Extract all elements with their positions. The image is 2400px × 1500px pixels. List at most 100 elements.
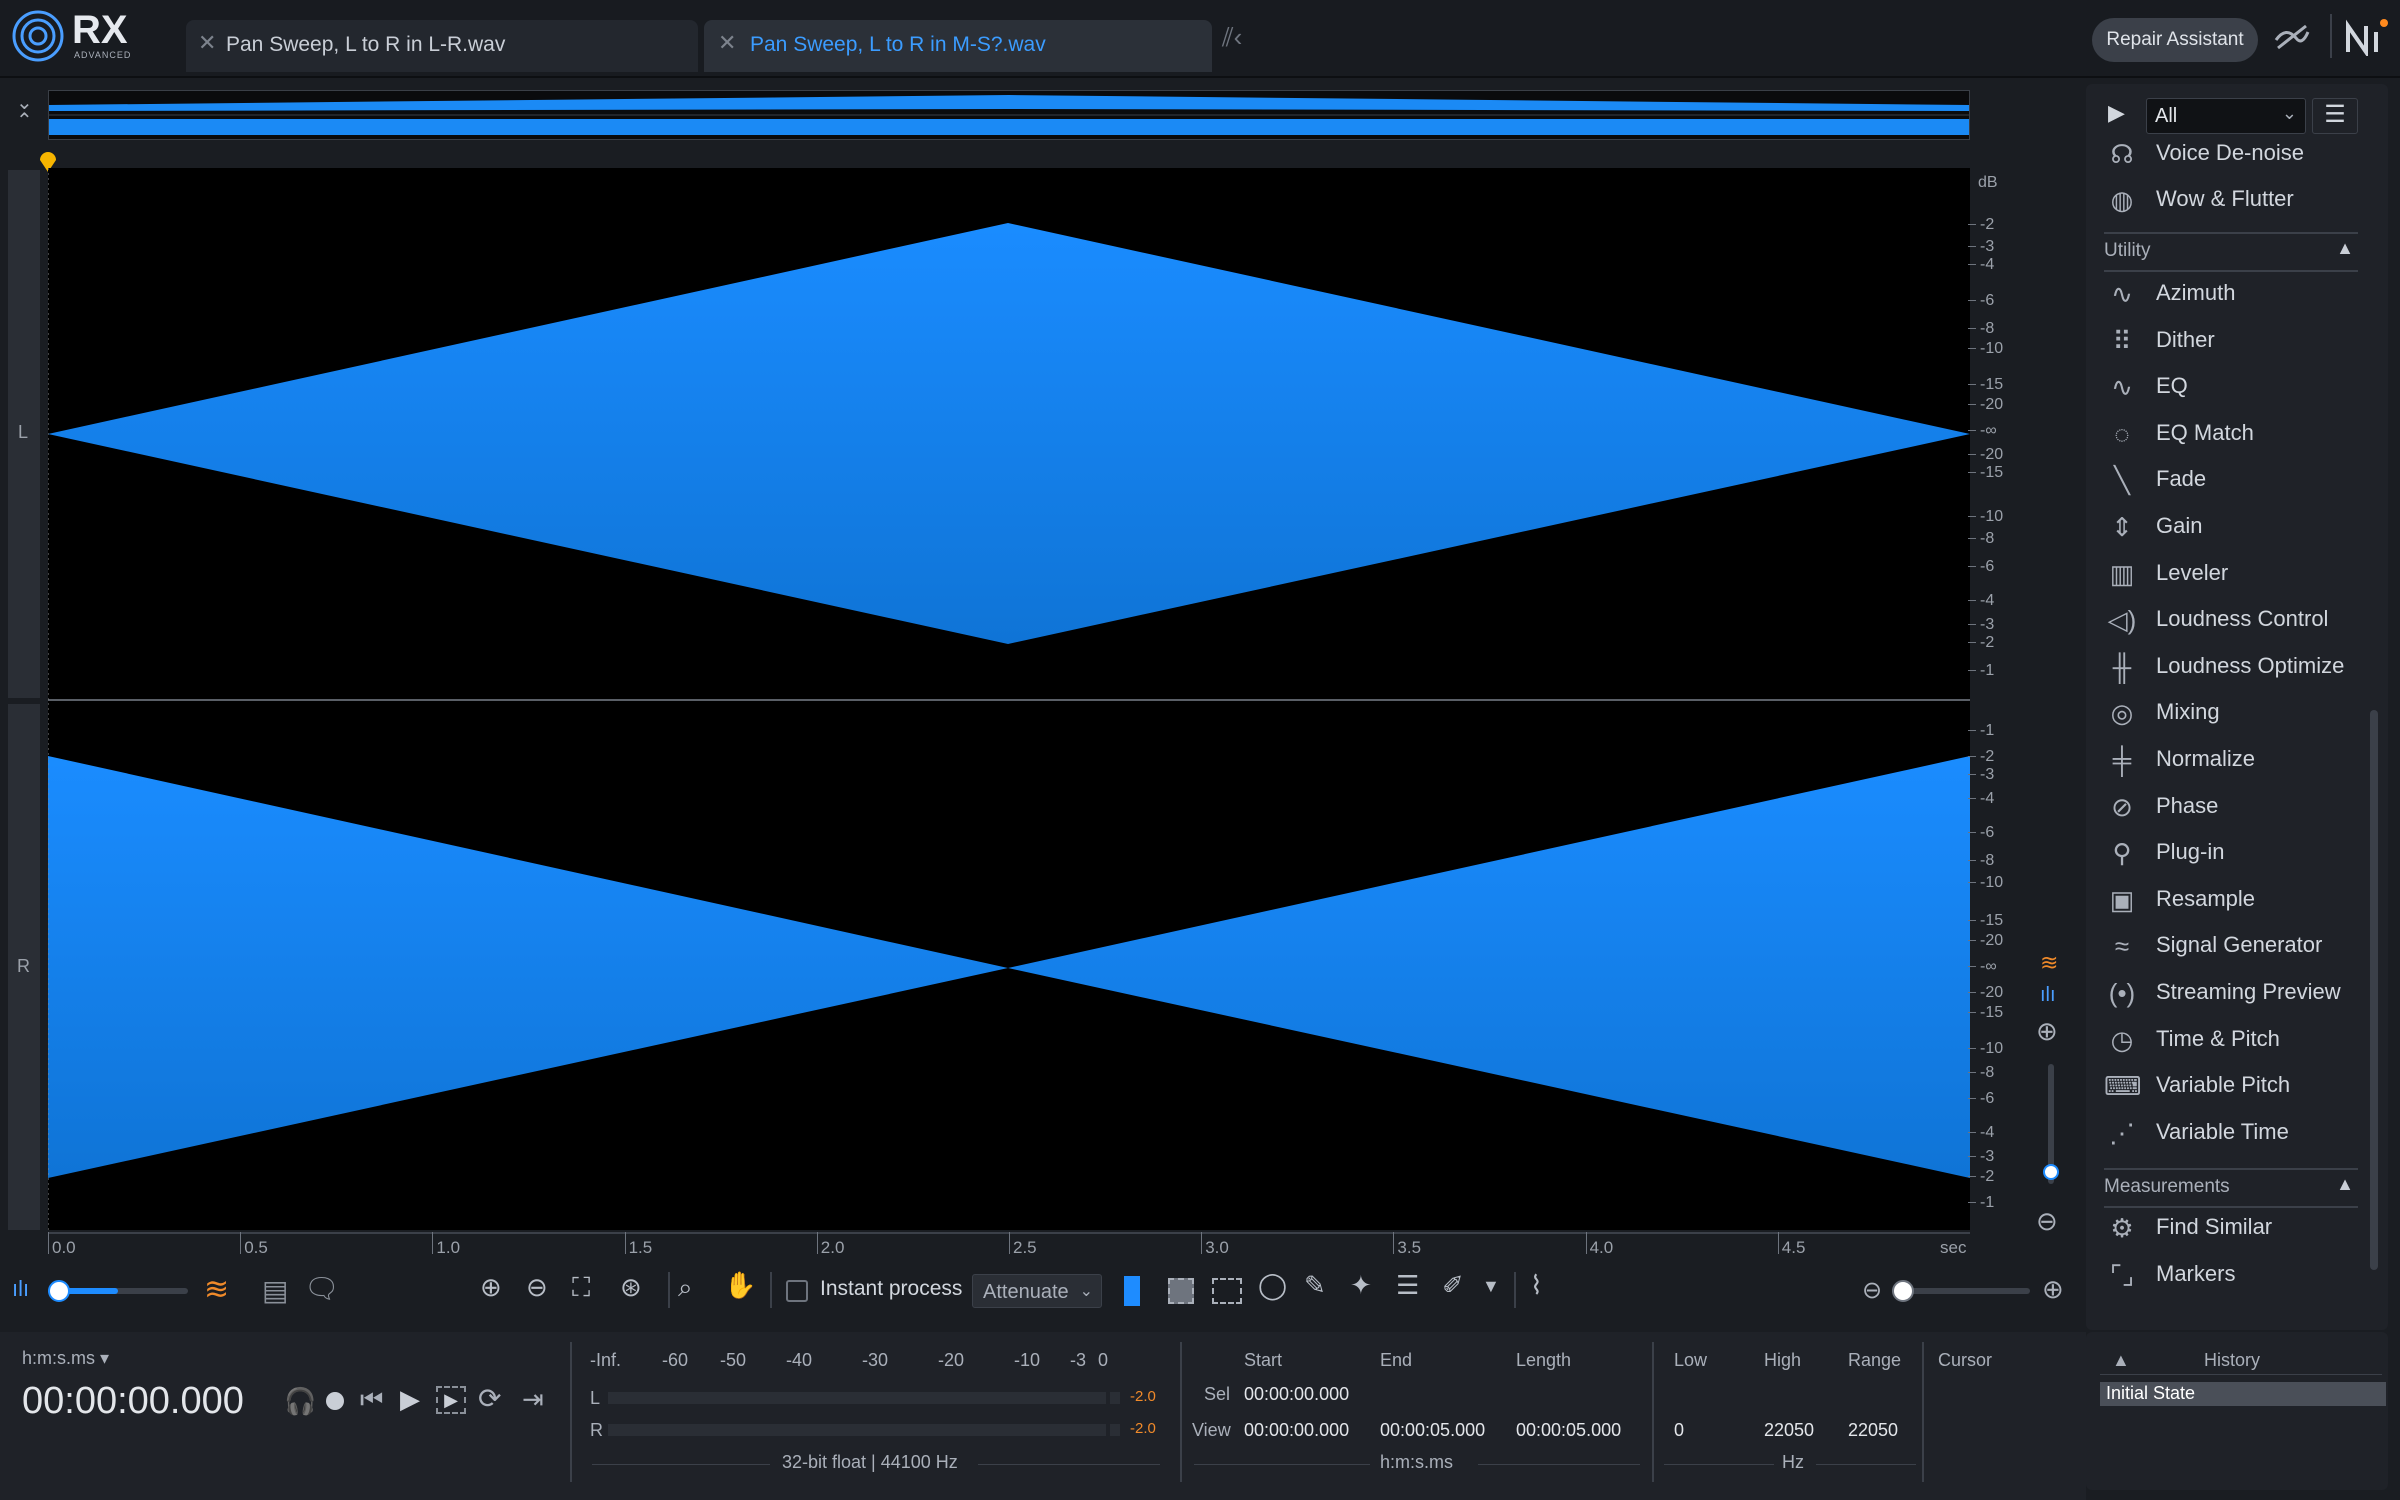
time-tick-mark (48, 1232, 49, 1254)
collapse-triangle-icon[interactable]: ▲ (2336, 238, 2354, 259)
waveform-toggle-icon[interactable]: ılı (2040, 984, 2056, 1007)
spectrogram-settings-icon[interactable]: ≋ (204, 1272, 229, 1307)
db-tick-mark (1968, 384, 1976, 385)
tab-scroll-left-icon[interactable]: ⫽‹ (1222, 22, 1242, 54)
hand-icon[interactable]: ✋ (724, 1270, 756, 1301)
play-selection-icon[interactable]: ▶ (436, 1386, 466, 1414)
time-format-select[interactable]: h:m:s.ms ▾ (22, 1348, 109, 1369)
zoom-selection-icon[interactable]: ⛶ (572, 1272, 590, 1304)
instant-process-mode-select[interactable]: Attenuate ⌄ (972, 1274, 1102, 1308)
headphones-icon[interactable]: 🎧 (284, 1386, 316, 1417)
play-module-icon[interactable]: ▶ (2108, 100, 2125, 126)
db-tick-mark (1968, 1176, 1976, 1177)
module-list-menu-icon[interactable]: ☰ (2312, 98, 2358, 134)
module-item-time-pitch[interactable]: ◷ Time & Pitch (2104, 1020, 2374, 1064)
vertical-zoom-slider[interactable] (2043, 1064, 2059, 1184)
module-item-wow-flutter[interactable]: ◍ Wow & Flutter (2104, 180, 2374, 224)
view-range-value[interactable]: 22050 (1848, 1420, 1898, 1441)
module-item-gain[interactable]: ⇕ Gain (2104, 507, 2374, 551)
db-tick-mark (1968, 264, 1976, 265)
module-item-variable-time[interactable]: ⋰ Variable Time (2104, 1113, 2374, 1157)
module-item-dither[interactable]: ⠿ Dither (2104, 321, 2374, 365)
loop-icon[interactable]: ⟳ (478, 1382, 501, 1415)
lasso-tool-icon[interactable]: ◯ (1258, 1270, 1287, 1301)
view-low-value[interactable]: 0 (1674, 1420, 1684, 1441)
frequency-selection-tool-icon[interactable] (1212, 1278, 1242, 1304)
vertical-zoom-out-icon[interactable]: ⊖ (2036, 1206, 2058, 1237)
module-item-voice-denoise[interactable]: ☊ Voice De-noise (2104, 134, 2374, 178)
magic-wand-icon[interactable]: ✦ (1350, 1270, 1372, 1301)
tab-file-2[interactable]: ✕ Pan Sweep, L to R in M-S?.wav (704, 20, 1212, 72)
module-list-scrollbar[interactable] (2370, 710, 2378, 1270)
comment-icon[interactable]: 🗨 (304, 1272, 340, 1305)
view-start-value[interactable]: 00:00:00.000 (1244, 1420, 1349, 1441)
horizontal-zoom-slider[interactable] (1892, 1280, 2030, 1302)
brush-tool-icon[interactable]: ✎ (1304, 1270, 1326, 1301)
tab-file-1[interactable]: ✕ Pan Sweep, L to R in L-R.wav (186, 20, 698, 72)
zoom-in-icon[interactable]: ⊕ (480, 1272, 502, 1303)
sel-start-value[interactable]: 00:00:00.000 (1244, 1384, 1349, 1405)
module-item-fade[interactable]: ╲ Fade (2104, 460, 2374, 504)
module-item-markers[interactable]: ⌜⌟ Markers (2104, 1255, 2374, 1299)
module-item-eq-match[interactable]: ◌ EQ Match (2104, 414, 2374, 458)
collapse-overview-icon[interactable]: ⌄ ⌃ (16, 93, 33, 131)
module-item-variable-pitch[interactable]: ⌨ Variable Pitch (2104, 1066, 2374, 1110)
close-icon[interactable]: ✕ (718, 30, 736, 56)
blend-slider-handle[interactable] (48, 1280, 70, 1302)
repair-assistant-button[interactable]: Repair Assistant (2092, 18, 2258, 62)
horizontal-zoom-handle[interactable] (1892, 1280, 1914, 1302)
collapse-triangle-icon[interactable]: ▲ (2336, 1174, 2354, 1195)
horizontal-zoom-in-icon[interactable]: ⊕ (2042, 1274, 2064, 1305)
spectrogram-toggle-icon[interactable]: ≋ (2040, 950, 2058, 976)
module-item-leveler[interactable]: ▥ Leveler (2104, 554, 2374, 598)
module-item-streaming-preview[interactable]: (•) Streaming Preview (2104, 973, 2374, 1017)
module-item-azimuth[interactable]: ∿ Azimuth (2104, 274, 2374, 318)
module-item-eq[interactable]: ∿ EQ (2104, 367, 2374, 411)
section-header-measurements[interactable]: Measurements ▲ (2104, 1168, 2358, 1208)
time-selection-tool-icon[interactable] (1124, 1276, 1140, 1306)
module-item-normalize[interactable]: ╪ Normalize (2104, 740, 2374, 784)
history-item[interactable]: Initial State (2100, 1382, 2386, 1406)
instant-process-checkbox[interactable] (786, 1280, 808, 1302)
waveform-spectrogram-blend-slider[interactable] (48, 1280, 188, 1302)
view-high-value[interactable]: 22050 (1764, 1420, 1814, 1441)
module-item-phase[interactable]: ⊘ Phase (2104, 787, 2374, 831)
section-header-utility[interactable]: Utility ▲ (2104, 232, 2358, 272)
ni-logo-icon[interactable] (2344, 18, 2390, 56)
module-item-loudness-optimize[interactable]: ╫ Loudness Optimize (2104, 647, 2374, 691)
module-filter-select[interactable]: All ⌄ (2146, 98, 2306, 134)
broadcast-icon[interactable] (2272, 18, 2312, 58)
file-info-icon[interactable]: ▤ (262, 1274, 288, 1307)
vertical-zoom-in-icon[interactable]: ⊕ (2036, 1016, 2058, 1047)
zoom-fit-icon[interactable]: ⊛ (620, 1272, 642, 1303)
waveform-display[interactable] (47, 168, 2038, 1230)
zoom-out-icon[interactable]: ⊖ (526, 1272, 548, 1303)
close-icon[interactable]: ✕ (198, 30, 216, 56)
db-tick-mark (1968, 798, 1976, 799)
module-item-plugin[interactable]: ⚲ Plug-in (2104, 833, 2374, 877)
module-item-find-similar[interactable]: ⚙ Find Similar (2104, 1208, 2374, 1252)
db-tick-label: -3 (1980, 616, 1995, 633)
magnify-icon[interactable]: ⌕ (678, 1272, 693, 1304)
dither-icon: ⠿ (2112, 325, 2132, 356)
spline-tool-icon[interactable]: ⌇ (1530, 1270, 1543, 1301)
return-to-start-icon[interactable]: ⇥ (522, 1384, 544, 1415)
horizontal-zoom-out-icon[interactable]: ⊖ (1862, 1276, 1882, 1305)
view-end-value[interactable]: 00:00:05.000 (1380, 1420, 1485, 1441)
previous-icon[interactable]: ⏮ (360, 1384, 383, 1416)
wow-flutter-icon: ◍ (2110, 185, 2134, 215)
module-item-mixing[interactable]: ◎ Mixing (2104, 693, 2374, 737)
harmonic-selection-icon[interactable]: ☰ (1396, 1270, 1419, 1301)
play-icon[interactable]: ▶ (400, 1384, 420, 1415)
pencil-tool-icon[interactable]: ✐ (1442, 1270, 1464, 1301)
tool-options-chevron-icon[interactable]: ▼ (1482, 1276, 1500, 1297)
time-frequency-selection-tool-icon[interactable] (1168, 1278, 1194, 1304)
history-collapse-icon[interactable]: ▲ (2112, 1350, 2130, 1371)
module-item-signal-generator[interactable]: ≈ Signal Generator (2104, 926, 2374, 970)
vertical-zoom-handle[interactable] (2043, 1164, 2059, 1180)
view-length-value[interactable]: 00:00:05.000 (1516, 1420, 1621, 1441)
module-item-resample[interactable]: ▣ Resample (2104, 880, 2374, 924)
module-item-loudness-control[interactable]: ◁) Loudness Control (2104, 600, 2374, 644)
waveform-overview[interactable] (48, 90, 1970, 140)
record-icon[interactable] (326, 1392, 344, 1410)
